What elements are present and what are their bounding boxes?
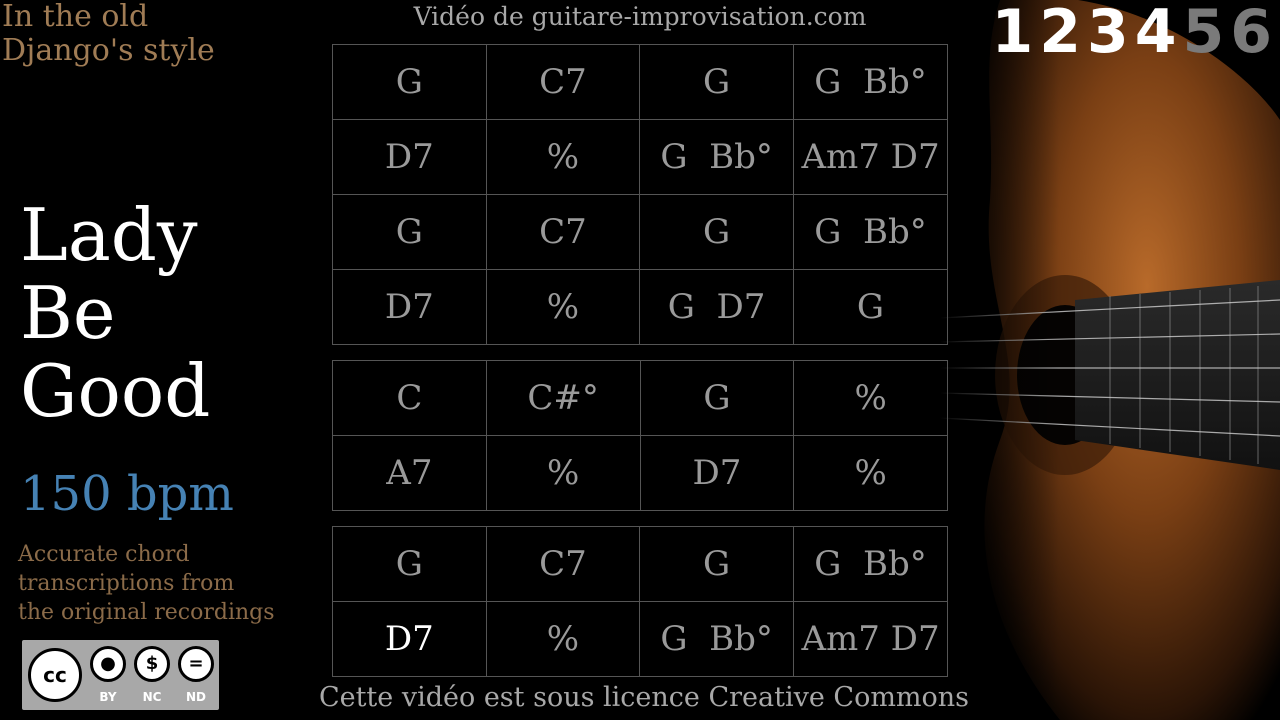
chord-row: G C7 G G Bb° — [332, 526, 948, 602]
beat-6: 6 — [1230, 0, 1278, 67]
chord-row: D7 % G D7 G — [332, 269, 948, 345]
chord-row: G C7 G G Bb° — [332, 194, 948, 270]
chord-cell: C7 — [485, 194, 641, 270]
chord-cell: G — [639, 526, 795, 602]
chord-cell: G — [332, 526, 487, 602]
chord-cell: G D7 — [639, 269, 795, 345]
beat-2: 2 — [1039, 0, 1087, 67]
chord-grid-section-b: C C#° G % A7 % D7 % — [332, 360, 948, 511]
chord-cell: G — [332, 44, 487, 120]
by-label: BY — [99, 690, 117, 704]
song-title: Lady Be Good — [20, 193, 211, 433]
chord-row: D7 % G Bb° Am7 D7 — [332, 119, 948, 195]
chord-grid-section-a: G C7 G G Bb° D7 % G Bb° Am7 D7 G C7 G G … — [332, 44, 948, 345]
beat-3: 3 — [1087, 0, 1135, 67]
chord-cell: G — [639, 360, 795, 436]
beat-5: 5 — [1182, 0, 1231, 67]
no-derivatives-icon: = — [178, 646, 214, 682]
chord-cell: Am7 D7 — [793, 601, 948, 677]
chord-cell: C#° — [485, 360, 641, 436]
chord-cell: D7 — [332, 601, 487, 677]
chord-cell: G — [639, 44, 795, 120]
beat-counter: 123456 — [992, 0, 1279, 64]
chord-cell: G — [639, 194, 795, 270]
chord-cell: A7 — [332, 435, 487, 511]
chord-cell: % — [485, 601, 641, 677]
beat-1: 1 — [991, 0, 1040, 67]
cc-icon: cc — [28, 648, 82, 702]
chord-cell: Am7 D7 — [793, 119, 948, 195]
nc-label: NC — [142, 690, 162, 704]
attribution-icon: ● — [90, 646, 126, 682]
chord-cell: C7 — [485, 526, 641, 602]
chord-cell: % — [485, 435, 641, 511]
chord-cell: % — [485, 269, 641, 345]
chord-cell: G Bb° — [639, 601, 795, 677]
chord-cell: C — [332, 360, 487, 436]
chord-row: A7 % D7 % — [332, 435, 948, 511]
creative-commons-badge[interactable]: cc ● $ = BY NC ND — [22, 640, 219, 710]
chord-cell: % — [485, 119, 641, 195]
chord-row: D7 % G Bb° Am7 D7 — [332, 601, 948, 677]
chord-cell: G — [793, 269, 948, 345]
transcription-note: Accurate chord transcriptions from the o… — [18, 542, 275, 625]
chord-cell: G — [332, 194, 487, 270]
tempo-label: 150 bpm — [20, 466, 234, 522]
chord-cell: G Bb° — [793, 194, 948, 270]
chord-row: C C#° G % — [332, 360, 948, 436]
beat-4: 4 — [1134, 0, 1183, 67]
chord-cell: C7 — [485, 44, 641, 120]
non-commercial-icon: $ — [134, 646, 170, 682]
chord-cell: D7 — [639, 435, 795, 511]
chord-cell: % — [793, 360, 948, 436]
chord-cell: G Bb° — [639, 119, 795, 195]
chord-cell: % — [793, 435, 948, 511]
chord-cell: G Bb° — [793, 526, 948, 602]
chord-cell: D7 — [332, 119, 487, 195]
chord-cell: G Bb° — [793, 44, 948, 120]
chord-cell: D7 — [332, 269, 487, 345]
style-subtitle: In the old Django's style — [2, 0, 215, 68]
website-credit[interactable]: Vidéo de guitare-improvisation.com — [332, 2, 948, 31]
nd-label: ND — [185, 690, 206, 704]
license-notice: Cette vidéo est sous licence Creative Co… — [318, 682, 970, 713]
guitar-background-image — [940, 0, 1280, 720]
chord-row: G C7 G G Bb° — [332, 44, 948, 120]
chord-grid-section-c: G C7 G G Bb° D7 % G Bb° Am7 D7 — [332, 526, 948, 677]
